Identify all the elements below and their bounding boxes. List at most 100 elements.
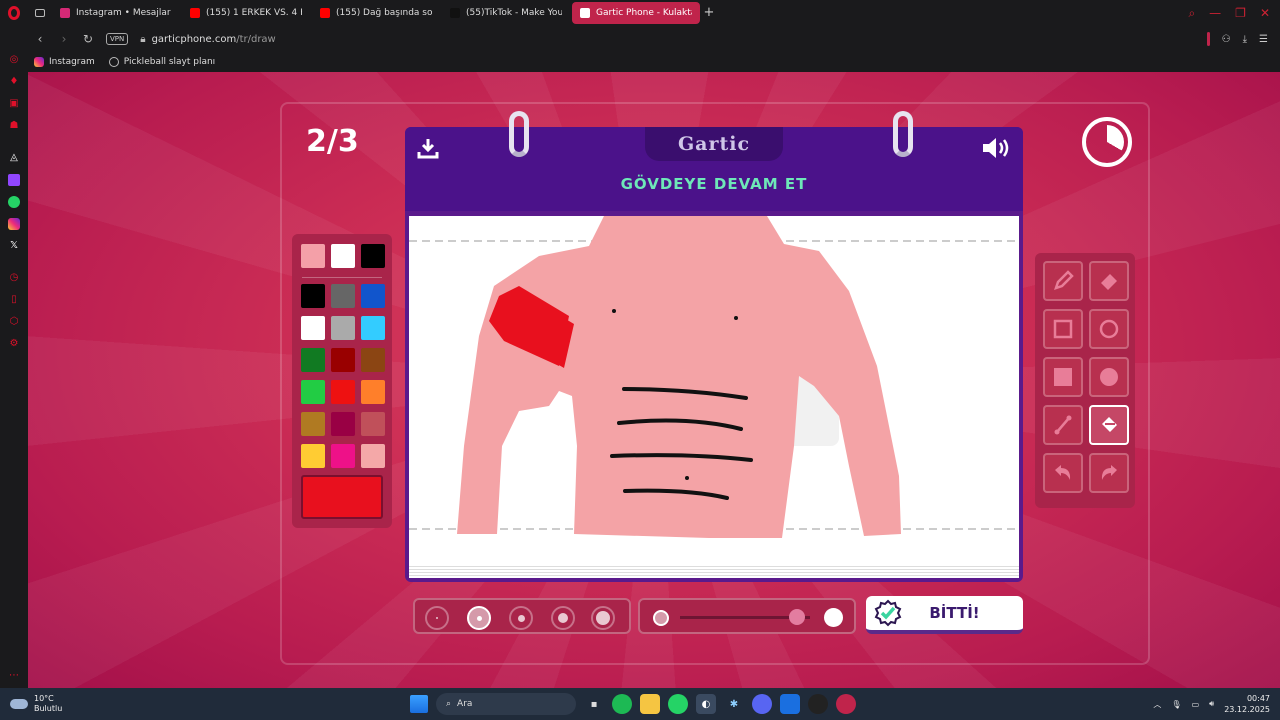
back-icon[interactable]: ‹ — [34, 32, 46, 46]
color-swatch[interactable] — [361, 284, 385, 308]
line-tool[interactable] — [1043, 405, 1083, 445]
file-explorer-icon[interactable] — [640, 694, 660, 714]
download-drawing-icon[interactable] — [417, 137, 439, 159]
color-swatch[interactable] — [331, 316, 355, 340]
redo-tool[interactable] — [1089, 453, 1129, 493]
brush-size-3[interactable] — [509, 606, 533, 630]
menu-icon[interactable]: ☰ — [1259, 34, 1268, 45]
browser-taskbar-icon[interactable]: ◐ — [696, 694, 716, 714]
profile-icon[interactable]: ⚇ — [1222, 34, 1231, 45]
opera-logo-icon[interactable] — [0, 0, 28, 26]
color-swatch[interactable] — [331, 380, 355, 404]
aria-icon[interactable]: ◎ — [8, 54, 20, 66]
tray-expand-icon[interactable]: ︿ — [1153, 699, 1161, 710]
tab-switcher-icon[interactable] — [28, 0, 52, 26]
instagram-side-icon[interactable] — [8, 218, 20, 230]
browser-tab[interactable]: Gartic Phone - Kulaktan K — [572, 2, 700, 24]
network-icon[interactable]: ▭ — [1192, 700, 1200, 709]
undo-tool[interactable] — [1043, 453, 1083, 493]
windows-start-icon[interactable] — [410, 695, 428, 713]
settings-taskbar-icon[interactable]: ✱ — [724, 694, 744, 714]
more-icon[interactable]: ⋯ — [8, 670, 20, 682]
opera-taskbar-icon[interactable] — [836, 694, 856, 714]
color-swatch[interactable] — [301, 444, 325, 468]
chatgpt-icon[interactable]: ◬ — [8, 152, 20, 164]
x-icon[interactable]: 𝕏 — [8, 240, 20, 252]
color-swatch[interactable] — [301, 244, 325, 268]
history-icon[interactable]: ◷ — [8, 272, 20, 284]
bookmarks-icon[interactable]: ▯ — [8, 294, 20, 306]
color-swatch[interactable] — [361, 244, 385, 268]
games-icon[interactable]: ☗ — [8, 120, 20, 132]
whatsapp-taskbar-icon[interactable] — [668, 694, 688, 714]
reload-icon[interactable]: ↻ — [82, 32, 94, 46]
color-swatch[interactable] — [301, 412, 325, 436]
spotify-icon[interactable] — [612, 694, 632, 714]
brush-size-2[interactable] — [467, 606, 491, 630]
minimize-button[interactable]: — — [1209, 6, 1221, 20]
microphone-icon[interactable]: 🎙︎ — [1171, 700, 1181, 709]
color-swatch[interactable] — [301, 316, 325, 340]
color-swatch[interactable] — [361, 412, 385, 436]
brush-size-4[interactable] — [551, 606, 575, 630]
steam-icon[interactable] — [808, 694, 828, 714]
extensions-icon[interactable]: ⬡ — [8, 316, 20, 328]
ellipse-tool[interactable] — [1089, 309, 1129, 349]
download-icon[interactable]: ⤓ — [1243, 34, 1247, 45]
brush-size-1[interactable] — [425, 606, 449, 630]
browser-tab[interactable]: (55)TikTok - Make Your D — [442, 2, 570, 24]
color-swatch[interactable] — [331, 244, 355, 268]
color-swatch[interactable] — [361, 348, 385, 372]
discord-icon[interactable] — [752, 694, 772, 714]
browser-tab[interactable]: (155) 1 ERKEK VS. 4 KADI — [182, 2, 310, 24]
new-tab-button[interactable]: + — [702, 6, 716, 20]
bookmark-instagram[interactable]: Instagram — [34, 57, 95, 67]
search-tabs-icon[interactable]: ⌕ — [1188, 6, 1195, 21]
color-swatch[interactable] — [301, 348, 325, 372]
cloud-icon — [10, 699, 28, 709]
bookmark-pickleball[interactable]: Pickleball slayt planı — [108, 57, 215, 67]
clock-time: 00:47 — [1246, 694, 1270, 703]
color-swatch[interactable] — [331, 444, 355, 468]
color-swatch[interactable] — [361, 380, 385, 404]
fill-bucket-tool[interactable] — [1089, 405, 1129, 445]
player-icon[interactable]: ▣ — [8, 98, 20, 110]
settings-icon[interactable]: ⚙ — [8, 338, 20, 350]
color-swatch[interactable] — [331, 284, 355, 308]
pencil-tool[interactable] — [1043, 261, 1083, 301]
crypto-wallet-icon[interactable]: ♦ — [8, 76, 20, 88]
weather-widget[interactable]: 10°C Bulutlu — [0, 694, 120, 714]
close-window-button[interactable]: ✕ — [1260, 6, 1270, 20]
volume-icon[interactable]: 🔊︎ — [1209, 699, 1214, 709]
done-button[interactable]: BİTTİ! — [866, 596, 1023, 634]
url-field[interactable]: 🔒︎ garticphone.com/tr/draw — [140, 34, 276, 45]
color-swatch[interactable] — [361, 444, 385, 468]
filled-ellipse-tool[interactable] — [1089, 357, 1129, 397]
vpn-badge[interactable]: VPN — [106, 33, 129, 45]
filled-rectangle-tool[interactable] — [1043, 357, 1083, 397]
browser-tab[interactable]: Instagram • Mesajlar — [52, 2, 180, 24]
taskbar-search[interactable]: ⌕ Ara — [436, 693, 576, 715]
weather-desc: Bulutlu — [34, 704, 63, 713]
rectangle-tool[interactable] — [1043, 309, 1083, 349]
weather-temp: 10°C — [34, 694, 54, 703]
clock[interactable]: 00:47 23.12.2025 — [1224, 693, 1270, 715]
browser-tab[interactable]: (155) Dağ başında soğuk — [312, 2, 440, 24]
color-swatch[interactable] — [361, 316, 385, 340]
task-view-icon[interactable]: ▪ — [584, 694, 604, 714]
color-swatch[interactable] — [301, 284, 325, 308]
color-swatch[interactable] — [331, 412, 355, 436]
opacity-handle[interactable] — [789, 609, 805, 625]
maximize-button[interactable]: ❐ — [1235, 6, 1246, 20]
whatsapp-icon[interactable] — [8, 196, 20, 208]
color-swatch[interactable] — [301, 380, 325, 404]
forward-icon[interactable]: › — [58, 32, 70, 46]
twitch-icon[interactable] — [8, 174, 20, 186]
eraser-tool[interactable] — [1089, 261, 1129, 301]
app-icon[interactable] — [780, 694, 800, 714]
color-swatch[interactable] — [331, 348, 355, 372]
drawing-canvas[interactable] — [409, 216, 1019, 566]
filled-square-icon — [1054, 368, 1072, 386]
sound-icon[interactable] — [981, 136, 1011, 160]
brush-size-5[interactable] — [591, 606, 615, 630]
